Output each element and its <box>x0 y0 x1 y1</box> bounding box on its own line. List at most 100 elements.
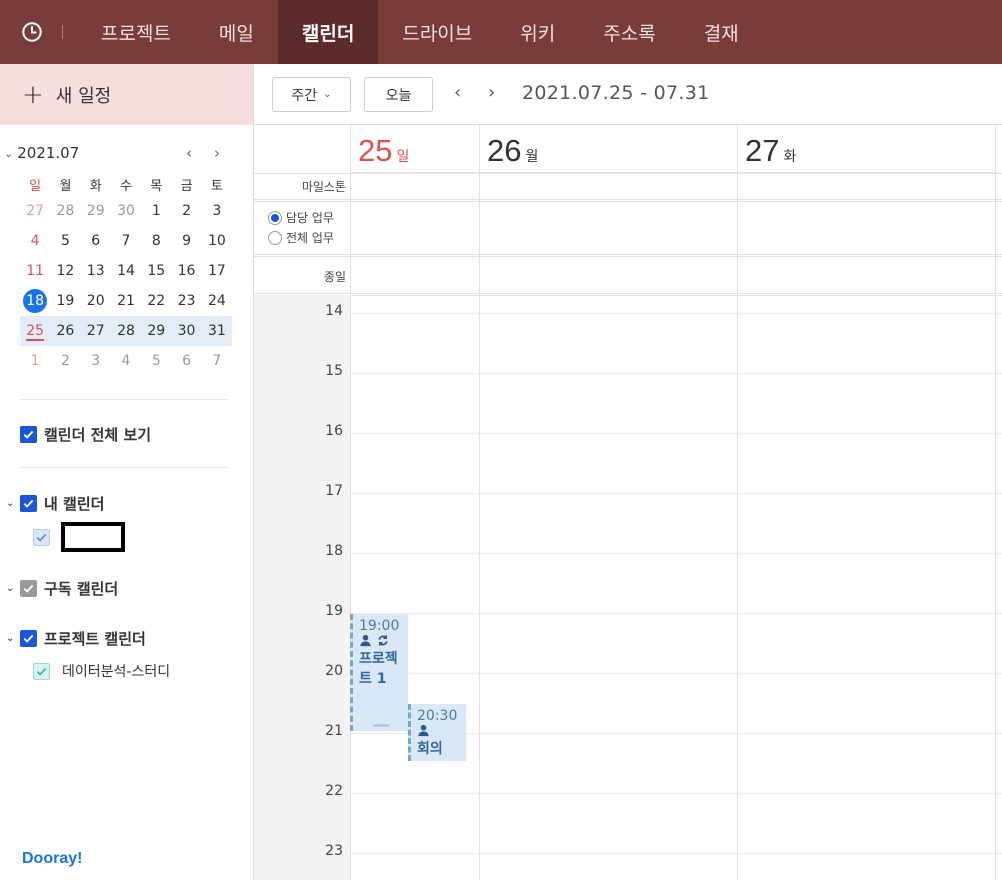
chevron-down-icon[interactable]: ⌄ <box>6 633 20 644</box>
nav-drive[interactable]: 드라이브 <box>378 0 496 64</box>
checkbox-checked-icon[interactable] <box>20 580 37 597</box>
radio-selected-icon[interactable] <box>268 210 282 225</box>
mini-day[interactable]: 14 <box>111 263 141 279</box>
mini-day[interactable]: 5 <box>141 353 171 369</box>
mini-day[interactable]: 11 <box>20 263 50 279</box>
mini-day[interactable]: 16 <box>171 263 201 279</box>
task-filter-all[interactable]: 전체 업무 <box>268 229 334 246</box>
view-all-calendars[interactable]: 캘린더 전체 보기 <box>20 424 151 445</box>
mini-day[interactable]: 25 <box>20 323 50 341</box>
checkbox-checked-icon[interactable] <box>33 662 50 680</box>
mini-day[interactable]: 8 <box>141 233 171 249</box>
radio-unselected-icon[interactable] <box>268 230 282 245</box>
task-filter-mine[interactable]: 담당 업무 <box>268 209 334 226</box>
mini-day[interactable]: 28 <box>50 203 80 219</box>
mini-day[interactable]: 29 <box>141 323 171 339</box>
mini-day[interactable]: 18 <box>20 289 50 313</box>
hour-label: 16 <box>325 423 343 439</box>
hour-line <box>350 673 1002 674</box>
mini-day[interactable]: 5 <box>50 233 80 249</box>
mini-day-number: 26 <box>56 323 75 339</box>
mini-day[interactable]: 24 <box>202 293 232 309</box>
chevron-down-icon[interactable]: ⌄ <box>6 583 20 594</box>
mini-day[interactable]: 27 <box>20 203 50 219</box>
nav-contacts[interactable]: 주소록 <box>579 0 679 64</box>
mini-day[interactable]: 4 <box>20 233 50 249</box>
mini-day-number: 7 <box>212 353 222 369</box>
subscribed-calendar-group[interactable]: ⌄ 구독 캘린더 <box>6 578 118 599</box>
mini-day[interactable]: 3 <box>202 203 232 219</box>
mini-day[interactable]: 2 <box>171 203 201 219</box>
mini-day[interactable]: 21 <box>111 293 141 309</box>
row-divider <box>254 293 1002 294</box>
nav-wiki[interactable]: 위키 <box>496 0 579 64</box>
mini-day[interactable]: 6 <box>171 353 201 369</box>
checkbox-checked-icon[interactable] <box>20 630 37 647</box>
mini-day-number: 5 <box>151 353 161 369</box>
mini-day[interactable]: 15 <box>141 263 171 279</box>
column-divider <box>737 125 738 880</box>
day-header-mon[interactable]: 26 월 <box>479 125 737 173</box>
hour-line <box>350 493 1002 494</box>
mini-day[interactable]: 7 <box>111 233 141 249</box>
mini-day[interactable]: 29 <box>81 203 111 219</box>
mini-day[interactable]: 13 <box>81 263 111 279</box>
mini-day[interactable]: 17 <box>202 263 232 279</box>
mini-day[interactable]: 23 <box>171 293 201 309</box>
mini-prev-month-icon[interactable]: ‹ <box>186 144 192 162</box>
mini-day[interactable]: 26 <box>50 323 80 339</box>
mini-day[interactable]: 22 <box>141 293 171 309</box>
mini-day[interactable]: 2 <box>50 353 80 369</box>
my-calendar-group[interactable]: ⌄ 내 캘린더 <box>6 493 104 514</box>
event-block[interactable]: 20:30 회의 <box>408 704 466 761</box>
nav-mail[interactable]: 메일 <box>195 0 278 64</box>
mini-day[interactable]: 30 <box>171 323 201 339</box>
mini-day-number: 12 <box>56 263 75 279</box>
time-column: 14 15 16 17 18 19 20 21 22 23 <box>254 295 350 880</box>
hour-line <box>350 793 1002 794</box>
mini-calendar-header: ⌄ 2021.07 ‹ › <box>4 142 234 164</box>
project-calendar-group[interactable]: ⌄ 프로젝트 캘린더 <box>6 628 146 649</box>
day-of-week: 월 <box>525 148 539 164</box>
mini-day[interactable]: 28 <box>111 323 141 339</box>
chevron-down-icon[interactable]: ⌄ <box>6 498 20 509</box>
mini-day[interactable]: 31 <box>202 323 232 339</box>
mini-day[interactable]: 7 <box>202 353 232 369</box>
mini-day[interactable]: 19 <box>50 293 80 309</box>
nav-approval[interactable]: 결재 <box>680 0 763 64</box>
day-of-week: 화 <box>783 148 797 164</box>
mini-day[interactable]: 4 <box>111 353 141 369</box>
clock-icon[interactable] <box>0 0 64 64</box>
mini-day[interactable]: 9 <box>171 233 201 249</box>
checkbox-checked-icon[interactable] <box>20 495 37 512</box>
mini-day[interactable]: 27 <box>81 323 111 339</box>
next-week-icon[interactable]: › <box>488 82 495 103</box>
prev-week-icon[interactable]: ‹ <box>454 82 461 103</box>
mini-day[interactable]: 3 <box>81 353 111 369</box>
new-event-button[interactable]: + 새 일정 <box>0 64 253 125</box>
day-header-tue[interactable]: 27 화 <box>737 125 995 173</box>
checkbox-checked-icon[interactable] <box>33 528 50 546</box>
checkbox-checked-icon[interactable] <box>20 426 37 443</box>
mini-next-month-icon[interactable]: › <box>214 144 220 162</box>
my-calendar-item[interactable] <box>33 522 125 552</box>
mini-day[interactable]: 20 <box>81 293 111 309</box>
mini-day[interactable]: 1 <box>20 353 50 369</box>
mini-day[interactable]: 30 <box>111 203 141 219</box>
mini-day[interactable]: 6 <box>81 233 111 249</box>
view-mode-dropdown[interactable]: 주간 ⌄ <box>272 77 351 112</box>
chevron-down-icon[interactable]: ⌄ <box>4 147 13 160</box>
resize-handle[interactable] <box>373 724 389 727</box>
nav-calendar[interactable]: 캘린더 <box>277 0 379 64</box>
hour-label: 18 <box>325 543 343 559</box>
mini-day[interactable]: 12 <box>50 263 80 279</box>
nav-project[interactable]: 프로젝트 <box>77 0 195 64</box>
mini-day[interactable]: 1 <box>141 203 171 219</box>
view-all-label: 캘린더 전체 보기 <box>44 426 152 444</box>
project-calendar-item[interactable]: 데이터분석-스터디 <box>33 661 170 681</box>
mini-day-number: 3 <box>212 203 222 219</box>
today-button[interactable]: 오늘 <box>364 77 433 112</box>
day-header-sun[interactable]: 25 일 <box>350 125 479 173</box>
mini-day[interactable]: 10 <box>202 233 232 249</box>
event-block[interactable]: 19:00 프로젝트 1 <box>350 614 408 731</box>
